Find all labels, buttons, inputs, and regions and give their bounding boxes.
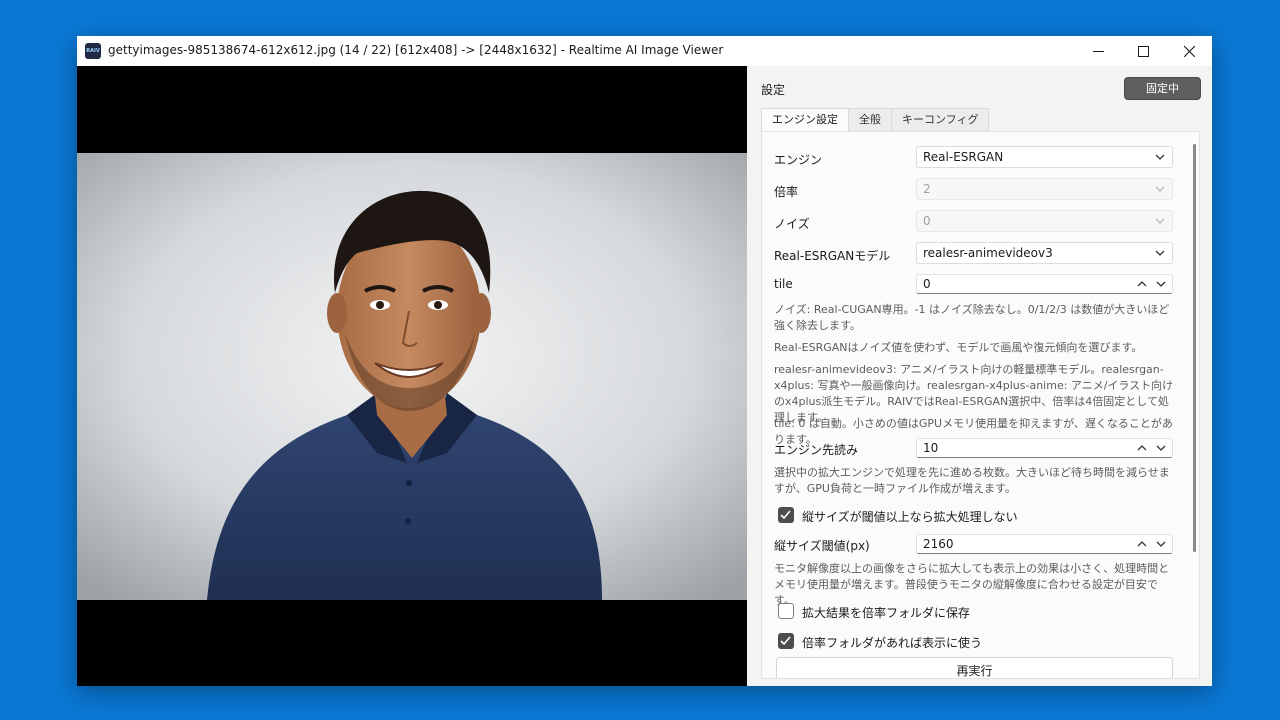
checkmark-icon [780, 636, 791, 646]
chevron-down-icon [1155, 154, 1165, 160]
prefetch-label: エンジン先読み [774, 443, 859, 457]
app-window: RAIV gettyimages-985138674-612x612.jpg (… [77, 36, 1212, 686]
panel-title: 設定 [761, 83, 786, 97]
threshold-label: 縦サイズ閾値(px) [774, 539, 870, 553]
scale-value: 2 [923, 182, 931, 196]
save-to-folder-label[interactable]: 拡大結果を倍率フォルダに保存 [802, 604, 970, 621]
chevron-up-icon[interactable] [1137, 279, 1147, 289]
help-noise: ノイズ: Real-CUGAN専用。-1 はノイズ除去なし。0/1/2/3 は数… [774, 303, 1170, 332]
help-esrgan: Real-ESRGANはノイズ値を使わず、モデルで画風や復元傾向を選びます。 [774, 341, 1143, 354]
tile-value: 0 [923, 277, 931, 291]
app-icon: RAIV [85, 43, 101, 59]
maximize-icon [1137, 45, 1149, 57]
model-select[interactable]: realesr-animevideov3 [916, 242, 1173, 264]
noise-value: 0 [923, 214, 931, 228]
lock-button[interactable]: 固定中 [1124, 77, 1201, 100]
settings-tabs: エンジン設定 全般 キーコンフィグ [761, 108, 990, 132]
threshold-value: 2160 [923, 537, 954, 551]
chevron-down-icon [1155, 218, 1165, 224]
chevron-up-icon[interactable] [1137, 443, 1147, 453]
close-icon [1183, 45, 1195, 57]
use-folder-label[interactable]: 倍率フォルダがあれば表示に使う [802, 634, 982, 651]
save-to-folder-checkbox[interactable] [778, 603, 794, 619]
prefetch-value: 10 [923, 441, 939, 455]
rerun-button[interactable]: 再実行 [776, 657, 1173, 678]
chevron-down-icon [1155, 186, 1165, 192]
model-label: Real-ESRGANモデル [774, 249, 891, 263]
engine-value: Real-ESRGAN [923, 150, 1004, 164]
tab-engine-settings[interactable]: エンジン設定 [761, 108, 849, 132]
minimize-button[interactable] [1075, 36, 1121, 66]
portrait-photo [77, 153, 747, 600]
vertical-scrollbar[interactable] [1193, 144, 1196, 552]
noise-select: 0 [916, 210, 1173, 232]
scale-select: 2 [916, 178, 1173, 200]
skip-threshold-checkbox[interactable] [778, 507, 794, 523]
model-value: realesr-animevideov3 [923, 246, 1053, 260]
threshold-spinbox[interactable]: 2160 [916, 534, 1173, 554]
checkmark-icon [780, 510, 791, 520]
use-folder-checkbox[interactable] [778, 633, 794, 649]
chevron-down-icon[interactable] [1156, 443, 1166, 453]
scale-label: 倍率 [774, 185, 799, 199]
noise-label: ノイズ [774, 217, 810, 231]
skip-threshold-label[interactable]: 縦サイズが閾値以上なら拡大処理しない [802, 508, 1018, 525]
tab-key-config[interactable]: キーコンフィグ [891, 108, 990, 131]
chevron-down-icon [1155, 250, 1165, 256]
tile-spinbox[interactable]: 0 [916, 274, 1173, 294]
window-title: gettyimages-985138674-612x612.jpg (14 / … [108, 43, 724, 57]
chevron-up-icon[interactable] [1137, 539, 1147, 549]
close-button[interactable] [1166, 36, 1212, 66]
maximize-button[interactable] [1120, 36, 1166, 66]
engine-settings-content[interactable]: エンジン Real-ESRGAN 倍率 2 ノイズ 0 Real-ESRGANモ… [761, 131, 1200, 679]
settings-panel: 設定 固定中 エンジン設定 全般 キーコンフィグ エンジン Real-ESRGA… [747, 66, 1212, 686]
help-prefetch: 選択中の拡大エンジンで処理を先に進める枚数。大きいほど待ち時間を減らせますが、G… [774, 466, 1170, 495]
engine-select[interactable]: Real-ESRGAN [916, 146, 1173, 168]
chevron-down-icon[interactable] [1156, 539, 1166, 549]
title-bar[interactable]: RAIV gettyimages-985138674-612x612.jpg (… [77, 36, 1212, 66]
minimize-icon [1092, 50, 1104, 52]
tab-general[interactable]: 全般 [848, 108, 892, 131]
image-viewer[interactable] [77, 66, 747, 686]
engine-label: エンジン [774, 153, 823, 167]
prefetch-spinbox[interactable]: 10 [916, 438, 1173, 458]
chevron-down-icon[interactable] [1156, 279, 1166, 289]
tile-label: tile [774, 277, 793, 291]
help-threshold: モニタ解像度以上の画像をさらに拡大しても表示上の効果は小さく、処理時間とメモリ使… [774, 562, 1170, 607]
